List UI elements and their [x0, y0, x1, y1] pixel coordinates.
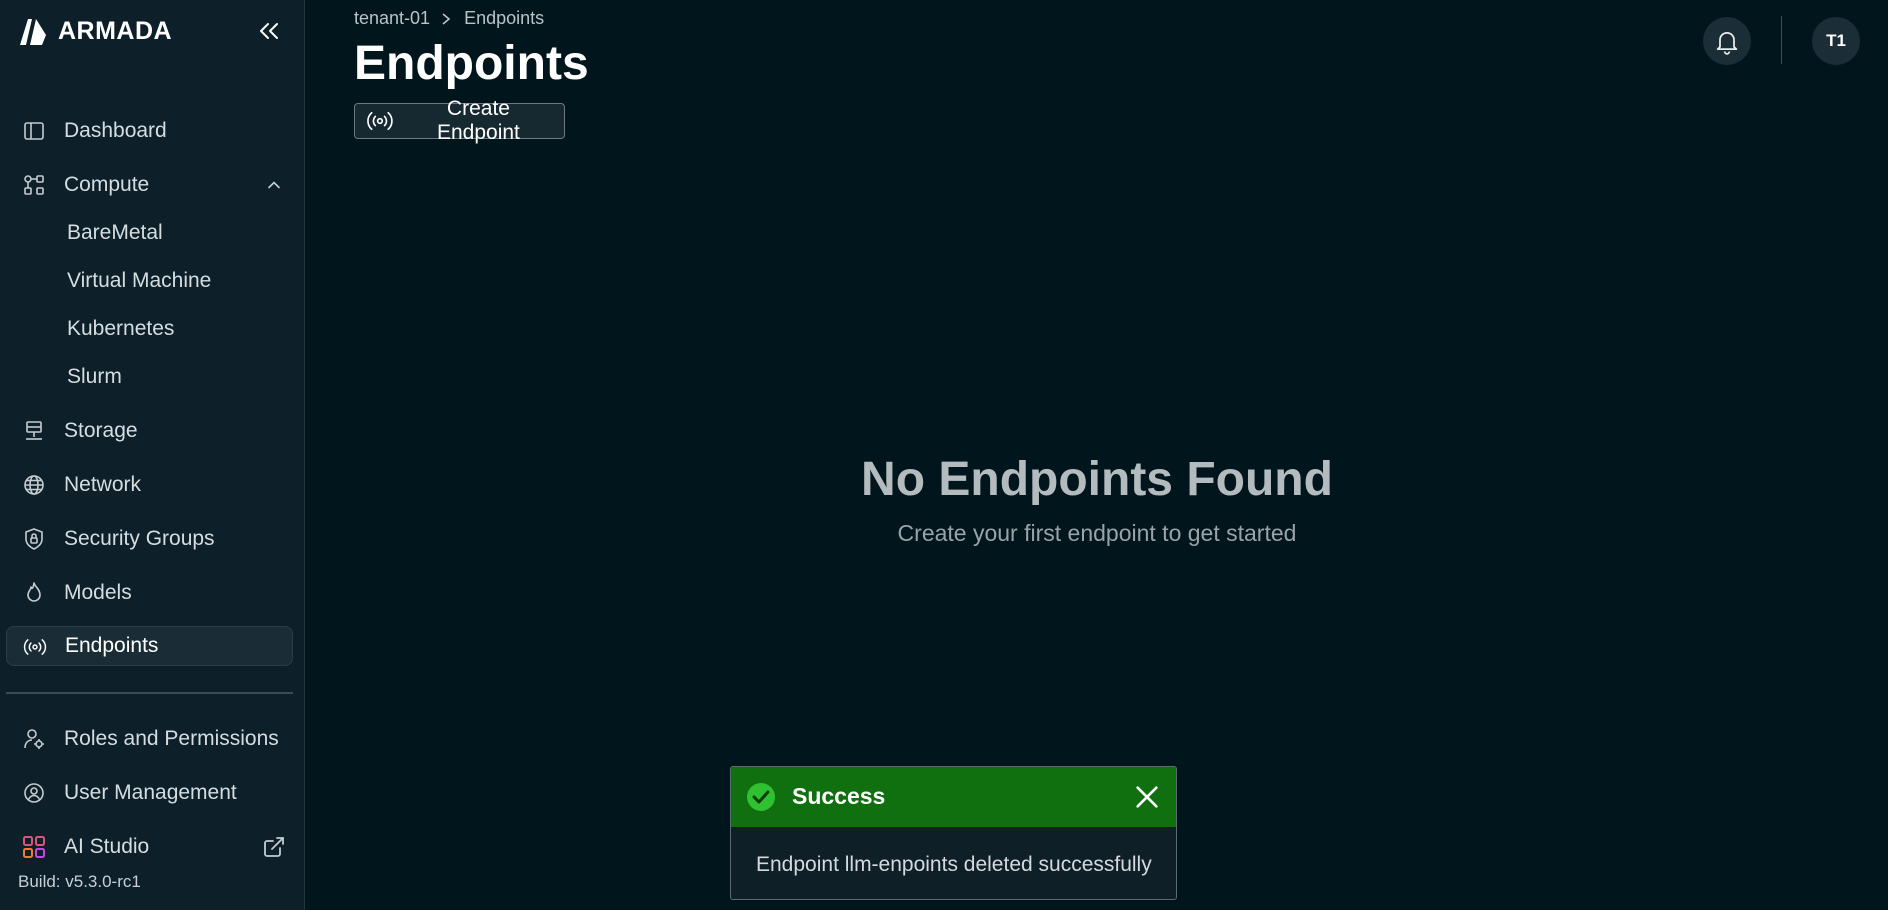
- sidebar-item-models[interactable]: Models: [6, 573, 293, 613]
- sidebar-item-label: User Management: [64, 781, 237, 804]
- breadcrumb-item-tenant[interactable]: tenant-01: [354, 8, 430, 29]
- sidebar-item-label: Roles and Permissions: [64, 727, 279, 750]
- toast-title: Success: [792, 783, 886, 809]
- chevron-right-icon: [440, 12, 454, 26]
- lock-shield-icon: [22, 527, 46, 551]
- sidebar-item-label: Network: [64, 473, 142, 496]
- sidebar-item-user-management[interactable]: User Management: [6, 773, 293, 813]
- storage-icon: [22, 419, 46, 443]
- sidebar-item-label: Security Groups: [64, 527, 215, 550]
- sidebar-item-network[interactable]: Network: [6, 465, 293, 505]
- dashboard-panel-icon: [22, 119, 46, 143]
- broadcast-icon: [367, 111, 393, 131]
- success-toast: Success Endpoint llm-enpoints deleted su…: [730, 766, 1177, 900]
- globe-icon: [22, 473, 46, 497]
- create-endpoint-label: Create Endpoint: [436, 97, 520, 144]
- bell-icon: [1716, 31, 1738, 55]
- compute-nodes-icon: [22, 173, 46, 197]
- empty-state-title: No Endpoints Found: [861, 453, 1333, 506]
- breadcrumb: tenant-01 Endpoints: [354, 8, 544, 29]
- sidebar-item-label: AI Studio: [64, 835, 150, 858]
- check-circle-icon: [747, 783, 775, 811]
- sidebar-item-label: Storage: [64, 419, 138, 442]
- armada-logo-icon: [20, 19, 46, 45]
- user-circle-icon: [22, 781, 46, 805]
- sidebar-subitem-label: Slurm: [67, 365, 122, 388]
- header-divider: [1781, 16, 1782, 64]
- toast-header: Success: [731, 767, 1176, 827]
- sidebar-subitem-baremetal[interactable]: BareMetal: [6, 215, 293, 251]
- notifications-button[interactable]: [1703, 17, 1751, 65]
- sidebar-subitem-slurm[interactable]: Slurm: [6, 359, 293, 395]
- create-endpoint-button[interactable]: Create Endpoint: [354, 97, 565, 144]
- sidebar-item-storage[interactable]: Storage: [6, 411, 293, 451]
- sidebar-item-label: Endpoints: [65, 634, 159, 657]
- broadcast-icon: [23, 635, 47, 659]
- avatar[interactable]: T1: [1812, 17, 1860, 65]
- close-icon[interactable]: [1133, 783, 1161, 811]
- chevron-up-icon: [268, 181, 280, 189]
- avatar-initials: T1: [1826, 31, 1846, 50]
- page-title: Endpoints: [354, 37, 589, 90]
- sidebar-item-roles-and-permissions[interactable]: Roles and Permissions: [6, 719, 293, 759]
- external-link-icon[interactable]: [262, 835, 286, 859]
- sidebar-item-endpoints[interactable]: Endpoints: [6, 626, 293, 666]
- sidebar-item-label: Models: [64, 581, 132, 604]
- sidebar: ARMADA Dashboard Compute BareMetal Virtu…: [0, 0, 305, 910]
- sidebar-item-label: Compute: [64, 173, 150, 196]
- sidebar-item-ai-studio[interactable]: AI Studio: [6, 827, 293, 867]
- sidebar-item-label: Dashboard: [64, 119, 167, 142]
- sidebar-divider: [6, 692, 293, 694]
- sidebar-subitem-label: BareMetal: [67, 221, 163, 244]
- empty-state-subtitle: Create your first endpoint to get starte…: [897, 520, 1297, 546]
- users-gear-icon: [22, 727, 46, 751]
- sidebar-item-compute[interactable]: Compute: [6, 165, 293, 205]
- sidebar-subitem-virtual-machine[interactable]: Virtual Machine: [6, 263, 293, 299]
- toast-message: Endpoint llm-enpoints deleted successful…: [756, 853, 1152, 876]
- logo-text: ARMADA: [58, 16, 173, 45]
- breadcrumb-item-endpoints: Endpoints: [464, 8, 545, 28]
- armada-logo[interactable]: ARMADA: [18, 14, 172, 48]
- sidebar-subitem-kubernetes[interactable]: Kubernetes: [6, 311, 293, 347]
- ai-studio-grid-icon: [22, 835, 46, 859]
- sidebar-subitem-label: Kubernetes: [67, 317, 175, 340]
- collapse-sidebar-button[interactable]: [254, 16, 284, 46]
- sidebar-subitem-label: Virtual Machine: [67, 269, 212, 292]
- sidebar-item-dashboard[interactable]: Dashboard: [6, 111, 293, 151]
- sidebar-item-security-groups[interactable]: Security Groups: [6, 519, 293, 559]
- build-version: Build: v5.3.0-rc1: [18, 872, 141, 891]
- chevrons-left-icon: [260, 23, 278, 39]
- flame-icon: [22, 581, 46, 605]
